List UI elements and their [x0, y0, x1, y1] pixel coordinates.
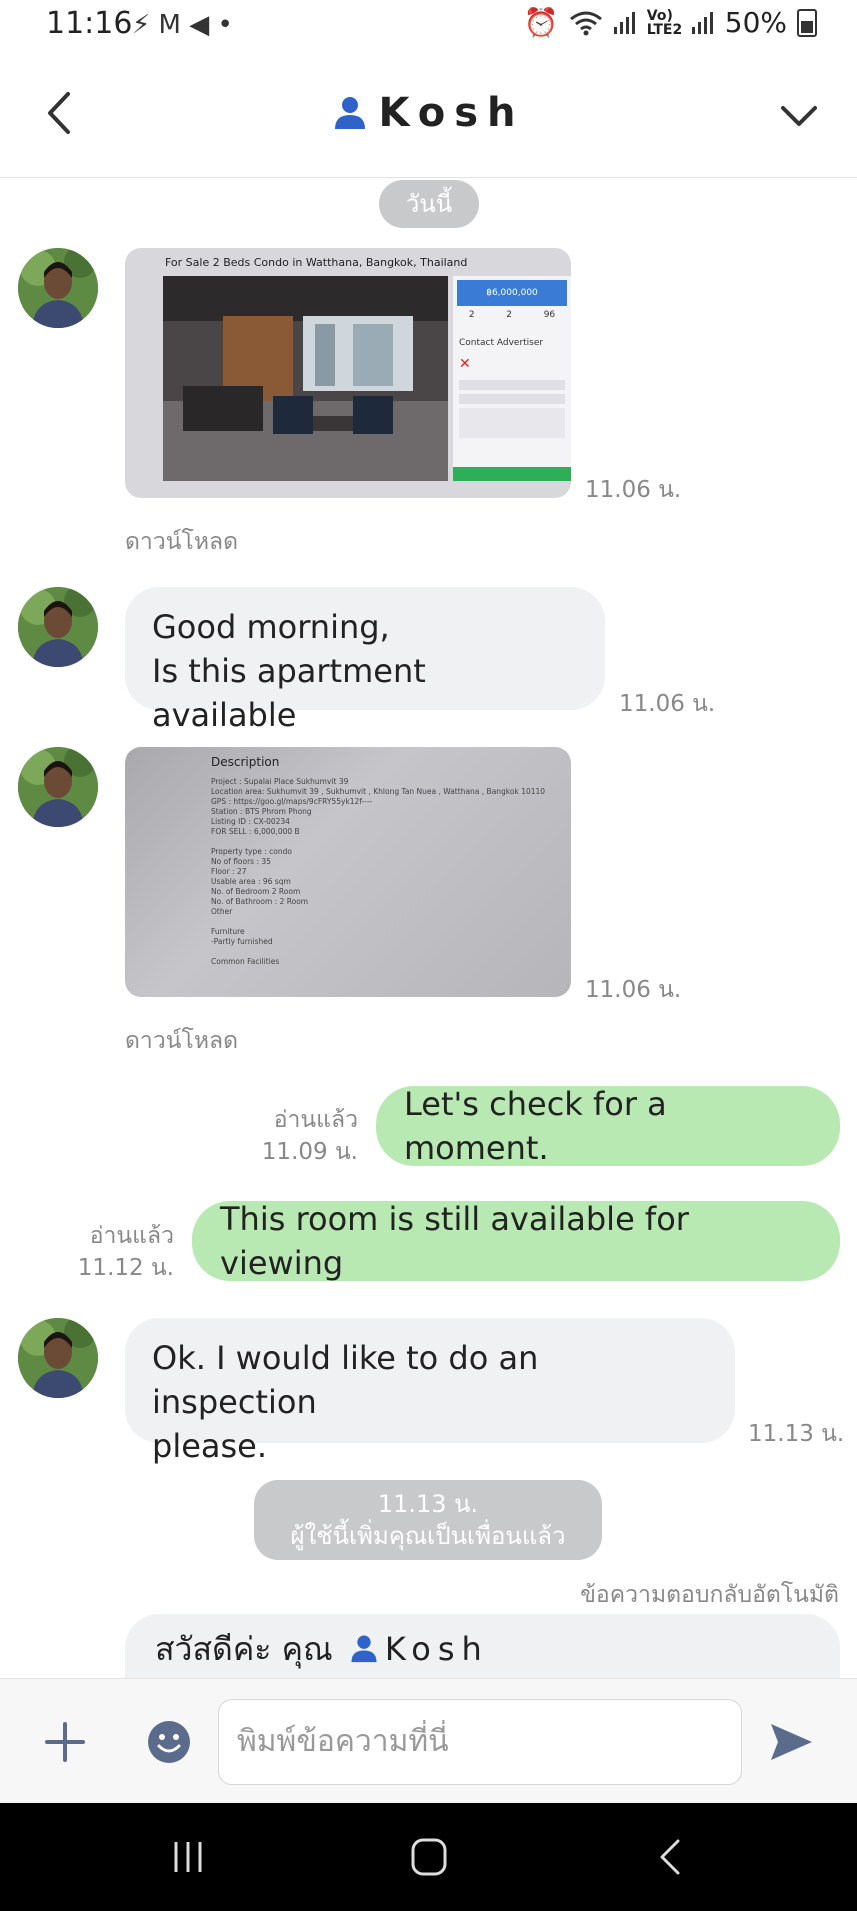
- message-text: Let's check for a moment.: [404, 1085, 667, 1167]
- signal-icon-2: [691, 11, 713, 34]
- description-line: Other: [211, 907, 233, 916]
- description-line: Usable area : 96 sqm: [211, 877, 291, 886]
- person-icon: [351, 1635, 377, 1663]
- home-icon[interactable]: [410, 1837, 448, 1877]
- description-line: Project : Supalai Place Sukhumvit 39: [211, 777, 349, 786]
- back-nav-icon[interactable]: [656, 1837, 684, 1877]
- outgoing-message-bubble[interactable]: This room is still available for viewing: [192, 1200, 840, 1282]
- close-x-icon: ✕: [459, 356, 471, 372]
- message-text-line: Is this apartment available: [152, 652, 426, 734]
- listing-size: 96: [543, 310, 556, 320]
- description-heading: Description: [211, 755, 280, 769]
- message-text-line: please.: [152, 1427, 268, 1465]
- person-icon: [335, 97, 366, 129]
- chevron-down-icon[interactable]: [779, 96, 819, 136]
- description-line: [211, 947, 561, 957]
- outgoing-message-bubble[interactable]: Let's check for a moment.: [376, 1085, 840, 1167]
- description-line: No. of Bathroom : 2 Room: [211, 897, 309, 906]
- volte-label: Vo) LTE2: [646, 7, 683, 38]
- battery-icon: [797, 8, 817, 37]
- status-time: 11:16: [46, 6, 133, 41]
- message-time: 11.13 น.: [748, 1421, 845, 1447]
- auto-reply-greeting: สวัสดีค่ะ คุณ: [155, 1630, 333, 1668]
- avatar[interactable]: [18, 747, 98, 827]
- system-nav-bar: [0, 1803, 857, 1911]
- status-right: ⏰ Vo) LTE2 50%: [524, 6, 817, 39]
- description-line: -Partly furnished: [211, 937, 273, 946]
- description-line: FOR SELL : 6,000,000 B: [211, 827, 300, 836]
- read-label: อ่านแล้ว: [273, 1107, 358, 1133]
- description-line: Station : BTS Phrom Phong: [211, 807, 312, 816]
- system-notice: 11.13 น. ผู้ใช้นี้เพิ่มคุณเป็นเพื่อนแล้ว: [254, 1480, 602, 1560]
- auto-reply-bubble[interactable]: สวัสดีค่ะ คุณ Kosh: [125, 1614, 840, 1678]
- incoming-message-bubble[interactable]: Good morning, Is this apartment availabl…: [125, 587, 605, 734]
- emoji-icon[interactable]: [147, 1720, 191, 1764]
- avatar[interactable]: [18, 587, 98, 667]
- description-line: Location area: Sukhumvit 39 , Sukhumvit …: [211, 787, 546, 796]
- description-line: No. of Bedroom 2 Room: [211, 887, 301, 896]
- signal-icon: [613, 11, 635, 34]
- contact-heading: Contact Advertiser: [459, 338, 544, 348]
- message-text-line: Ok. I would like to do an inspection: [152, 1339, 539, 1421]
- chat-title-name: Kosh: [378, 90, 525, 136]
- recent-apps-icon[interactable]: [170, 1839, 206, 1875]
- download-link[interactable]: ดาวน์โหลด: [125, 524, 238, 560]
- message-time: 11.12 น.: [77, 1255, 174, 1281]
- description-line: Furniture: [211, 927, 245, 936]
- message-input-bar: พิมพ์ข้อความที่นี่: [0, 1678, 857, 1804]
- read-label: อ่านแล้ว: [89, 1223, 174, 1249]
- listing-photo-1[interactable]: For Sale 2 Beds Condo in Watthana, Bangk…: [125, 248, 571, 498]
- message-text-line: Good morning,: [152, 608, 390, 646]
- incoming-message-bubble[interactable]: Ok. I would like to do an inspection ple…: [125, 1318, 735, 1465]
- listing-title: For Sale 2 Beds Condo in Watthana, Bangk…: [165, 256, 468, 269]
- description-line: [211, 917, 561, 927]
- date-pill: วันนี้: [379, 180, 479, 228]
- auto-reply-name: Kosh: [384, 1630, 489, 1668]
- alarm-icon: ⏰: [523, 6, 559, 39]
- description-photo[interactable]: Description Project : Supalai Place Sukh…: [125, 747, 571, 997]
- message-text: This room is still available for viewing: [220, 1200, 689, 1282]
- description-line: Property type : condo: [211, 847, 292, 856]
- description-line: GPS : https://goo.gl/maps/9cFRY55yk12f--…: [211, 797, 373, 806]
- description-line: Listing ID : CX-00234: [211, 817, 290, 826]
- listing-baths: 2: [506, 310, 512, 320]
- plus-icon[interactable]: [44, 1721, 86, 1763]
- description-lines: Project : Supalai Place Sukhumvit 39 Loca…: [211, 777, 561, 967]
- message-time: 11.09 น.: [261, 1139, 358, 1165]
- download-link[interactable]: ดาวน์โหลด: [125, 1023, 238, 1059]
- system-time: 11.13 น.: [377, 1490, 479, 1518]
- system-text: ผู้ใช้นี้เพิ่มคุณเป็นเพื่อนแล้ว: [290, 1522, 566, 1550]
- message-time: 11.06 น.: [585, 477, 682, 503]
- status-bar: 11:16 ⚡ M ◀ • ⏰ Vo) LTE2 50%: [0, 0, 857, 52]
- avatar[interactable]: [18, 1318, 98, 1398]
- description-line: Common Facilities: [211, 957, 280, 966]
- avatar[interactable]: [18, 248, 98, 328]
- message-time: 11.06 น.: [619, 691, 716, 717]
- description-line: Floor : 27: [211, 867, 247, 876]
- message-time: 11.06 น.: [585, 977, 682, 1003]
- listing-price: ฿6,000,000: [457, 280, 567, 306]
- listing-beds: 2: [468, 310, 475, 320]
- chat-header: Kosh: [0, 52, 857, 178]
- battery-percent: 50%: [724, 6, 787, 39]
- send-icon[interactable]: [768, 1721, 814, 1763]
- read-receipt: อ่านแล้ว 11.09 น.: [220, 1104, 358, 1168]
- listing-room-photo: [163, 276, 448, 481]
- description-line: [211, 837, 561, 847]
- description-line: No of floors : 35: [211, 857, 271, 866]
- auto-reply-label: ข้อความตอบกลับอัตโนมัติ: [580, 1582, 839, 1608]
- notification-icons: ⚡ M ◀ •: [132, 10, 233, 40]
- listing-side-panel: ฿6,000,000 2 2 96 Contact Advertiser ✕: [453, 276, 571, 481]
- wifi-icon: [569, 11, 602, 35]
- message-input[interactable]: พิมพ์ข้อความที่นี่: [218, 1699, 742, 1785]
- read-receipt: อ่านแล้ว 11.12 น.: [40, 1220, 174, 1284]
- chat-title[interactable]: Kosh: [0, 90, 857, 136]
